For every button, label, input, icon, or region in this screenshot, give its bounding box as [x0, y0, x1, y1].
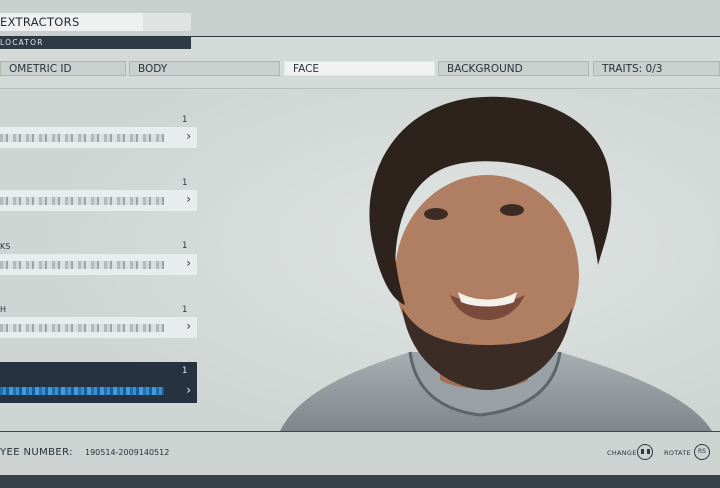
slider-2-count: 1 [182, 178, 188, 188]
chevron-right-icon[interactable]: › [186, 383, 191, 397]
slider-3[interactable]: › [0, 254, 197, 275]
tab-face[interactable]: FACE [284, 61, 435, 76]
slider-2[interactable]: › [0, 190, 197, 211]
slider-track[interactable] [0, 387, 164, 395]
chevron-right-icon[interactable]: › [186, 256, 191, 270]
change-label: CHANGE [607, 449, 637, 457]
slider-1-count: 1 [182, 115, 188, 125]
tab-traits[interactable]: TRAITS: 0/3 [593, 61, 720, 76]
slider-4-label: H [0, 305, 7, 314]
employee-label: YEE NUMBER: [0, 447, 73, 458]
rs-button-icon[interactable]: RS [694, 444, 710, 460]
slider-track[interactable] [0, 197, 164, 205]
page-subtitle: LOCATOR [0, 37, 191, 49]
tab-background[interactable]: BACKGROUND [438, 61, 589, 76]
controller-button-icon[interactable] [637, 444, 653, 460]
tabs-divider [0, 88, 720, 89]
slider-3-count: 1 [182, 241, 188, 251]
tab-biometric-id[interactable]: OMETRIC ID [0, 61, 126, 76]
slider-track[interactable] [0, 261, 164, 269]
slider-4[interactable]: › [0, 317, 197, 338]
footer-strip [0, 475, 720, 488]
chevron-right-icon[interactable]: › [186, 319, 191, 333]
rotate-label: ROTATE [664, 449, 691, 457]
slider-track[interactable] [0, 134, 164, 142]
slider-track[interactable] [0, 324, 164, 332]
slider-5-count: 1 [182, 366, 188, 376]
slider-4-count: 1 [182, 305, 188, 315]
page-title: EXTRACTORS [0, 13, 143, 31]
slider-5-selected[interactable]: › [0, 379, 197, 403]
slider-1[interactable]: › [0, 127, 197, 148]
title-accent [143, 13, 191, 31]
chevron-right-icon[interactable]: › [186, 129, 191, 143]
header-divider [0, 36, 720, 37]
slider-3-label: KS [0, 242, 11, 251]
chevron-right-icon[interactable]: › [186, 192, 191, 206]
slider-5-header: 1 [0, 362, 197, 379]
tab-body[interactable]: BODY [129, 61, 280, 76]
employee-number: 190514-2009140512 [85, 448, 170, 457]
